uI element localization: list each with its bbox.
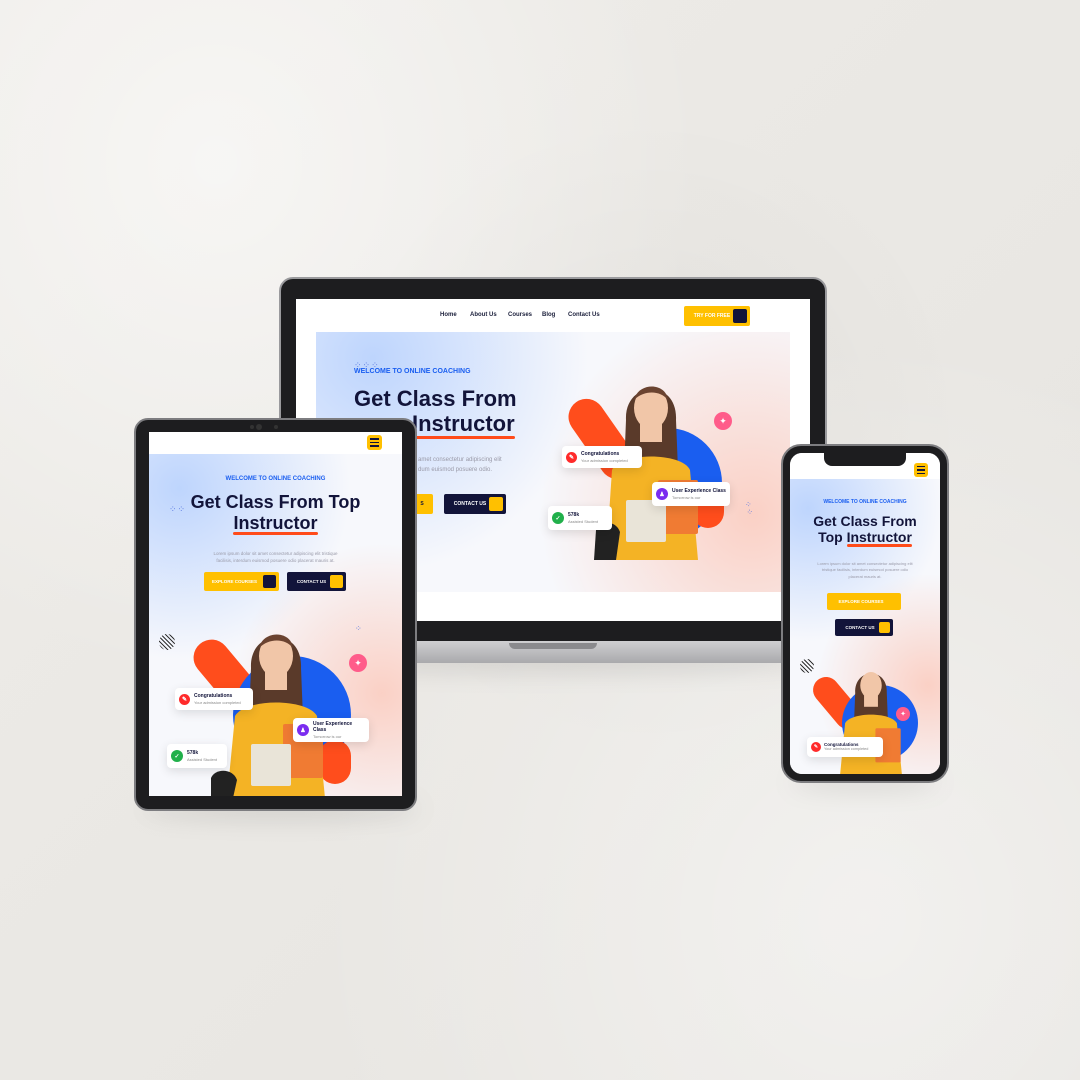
- hero-eyebrow: WELCOME TO ONLINE COACHING: [354, 368, 471, 375]
- striped-circle-decoration: [800, 659, 814, 673]
- hero-paragraph: Lorem ipsum dolor sit amet consectetur a…: [149, 550, 402, 564]
- hero-eyebrow: WELCOME TO ONLINE COACHING: [225, 476, 326, 482]
- dots-decoration-icon: ⁘: [355, 624, 363, 633]
- arrow-icon: [330, 575, 343, 588]
- hero-title-highlight: Instructor: [412, 411, 515, 439]
- hamburger-icon[interactable]: [367, 435, 382, 450]
- nav-contact[interactable]: Contact Us: [568, 312, 600, 318]
- card-subtitle: Your admission completed: [194, 699, 241, 705]
- user-icon: ♟: [297, 724, 309, 736]
- phone-navbar: [790, 453, 940, 479]
- congrats-card: ✎ Congratulations Your admission complete…: [807, 737, 883, 757]
- card-subtitle: Tomorrow is our: [672, 494, 701, 500]
- nav-home[interactable]: Home: [440, 312, 457, 318]
- arrow-icon: [879, 622, 890, 633]
- hero-paragraph: Lorem ipsum dolor sit amet consectetur a…: [790, 561, 940, 580]
- contact-us-button[interactable]: CONTACT US: [287, 572, 346, 591]
- user-icon: ♟: [656, 488, 668, 500]
- hero-paragraph-line1: Lorem ipsum dolor sit amet consectetur a…: [213, 551, 338, 556]
- hero-title: Get Class From Top Instructor: [149, 492, 402, 536]
- explore-courses-button[interactable]: EXPLORE COURSES: [204, 572, 279, 591]
- congrats-card: ✎ Congratulations Your admission complete…: [562, 446, 642, 468]
- tablet-navbar: [149, 432, 402, 454]
- hero-paragraph: amet consectetur adipiscing elit dum eui…: [418, 456, 502, 475]
- card-subtitle: Assisted Student: [568, 518, 599, 524]
- tablet-screen: WELCOME TO ONLINE COACHING ⁘⁘ Get Class …: [149, 432, 402, 796]
- card-subtitle: Your admission completed: [824, 747, 869, 752]
- lightbulb-icon: ✦: [349, 654, 367, 672]
- contact-label: CONTACT US: [453, 501, 487, 507]
- hero-paragraph-line2: facilisis, interdum euismod posuere odio…: [216, 558, 335, 564]
- hero-title-line1: Get Class From Top: [190, 492, 361, 512]
- phone-screen: WELCOME TO ONLINE COACHING Get Class Fro…: [790, 453, 940, 774]
- card-title: User Experience Class: [672, 488, 726, 495]
- try-free-label: TRY FOR FREE: [693, 313, 731, 319]
- arrow-icon: [263, 575, 276, 588]
- contact-label: CONTACT US: [296, 579, 327, 584]
- graduation-cap-icon: ✓: [552, 512, 564, 524]
- contact-us-button[interactable]: CONTACT US: [444, 494, 506, 514]
- tablet-device: WELCOME TO ONLINE COACHING ⁘⁘ Get Class …: [134, 418, 417, 811]
- phone-hero: WELCOME TO ONLINE COACHING Get Class Fro…: [790, 479, 940, 774]
- certificate-icon: ✎: [179, 693, 190, 705]
- try-free-button[interactable]: TRY FOR FREE: [684, 306, 750, 326]
- arrow-icon: [489, 497, 503, 511]
- students-card: ✓ 578k Assisted Student: [167, 744, 227, 768]
- ux-class-card: ♟ User Experience Class Tomorrow is our: [293, 718, 369, 742]
- explore-label: EXPLORE COURSES: [211, 579, 257, 584]
- congrats-card: ✎ Congratulations Your admission complete…: [175, 688, 253, 710]
- contact-us-button[interactable]: CONTACT US: [835, 619, 893, 636]
- striped-circle-decoration: [159, 634, 175, 650]
- explore-label: EXPLORE COURSES: [838, 599, 884, 604]
- phone-device: WELCOME TO ONLINE COACHING Get Class Fro…: [781, 444, 949, 783]
- hero-title: Get Class From Top Instructor: [790, 513, 940, 548]
- hero-paragraph-line2: dum euismod posuere odio.: [418, 466, 493, 473]
- hero-paragraph-line3: placerat mauris at.: [848, 573, 882, 579]
- hero-eyebrow: WELCOME TO ONLINE COACHING: [823, 499, 907, 505]
- hamburger-icon[interactable]: [914, 463, 928, 477]
- graduation-cap-icon: ✓: [171, 750, 183, 762]
- contact-label: CONTACT US: [845, 625, 875, 630]
- dots-decoration-icon: ⁘⁘: [742, 500, 755, 517]
- lightbulb-icon: ✦: [714, 412, 732, 430]
- certificate-icon: ✎: [811, 742, 821, 752]
- students-card: ✓ 578k Assisted Student: [548, 506, 612, 530]
- certificate-icon: ✎: [566, 451, 577, 463]
- nav-courses[interactable]: Courses: [508, 312, 532, 318]
- arrow-icon: [733, 309, 747, 323]
- card-subtitle: Your admission completed: [581, 457, 628, 463]
- nav-about[interactable]: About Us: [470, 312, 497, 318]
- tablet-hero: WELCOME TO ONLINE COACHING ⁘⁘ Get Class …: [149, 454, 402, 796]
- laptop-navbar: Home About Us Courses Blog Contact Us TR…: [296, 299, 810, 332]
- hero-paragraph-line1: amet consectetur adipiscing elit: [418, 457, 502, 463]
- lightbulb-icon: ✦: [896, 707, 910, 721]
- card-title: User Experience Class: [313, 720, 353, 734]
- hero-title-line2: Top: [818, 529, 847, 546]
- card-subtitle: Tomorrow is our: [313, 733, 342, 739]
- phone-notch: [824, 453, 906, 466]
- hero-title-line1: Get Class From: [354, 386, 517, 411]
- nav-blog[interactable]: Blog: [542, 312, 555, 318]
- ux-class-card: ♟ User Experience Class Tomorrow is our: [652, 482, 730, 506]
- hero-title-highlight: Instructor: [233, 512, 318, 536]
- hero-title-highlight: Instructor: [846, 529, 913, 548]
- hero-title-line1: Get Class From: [813, 513, 917, 529]
- card-subtitle: Assisted Student: [187, 756, 218, 762]
- explore-courses-button[interactable]: EXPLORE COURSES: [827, 593, 901, 610]
- explore-label: S: [420, 501, 424, 507]
